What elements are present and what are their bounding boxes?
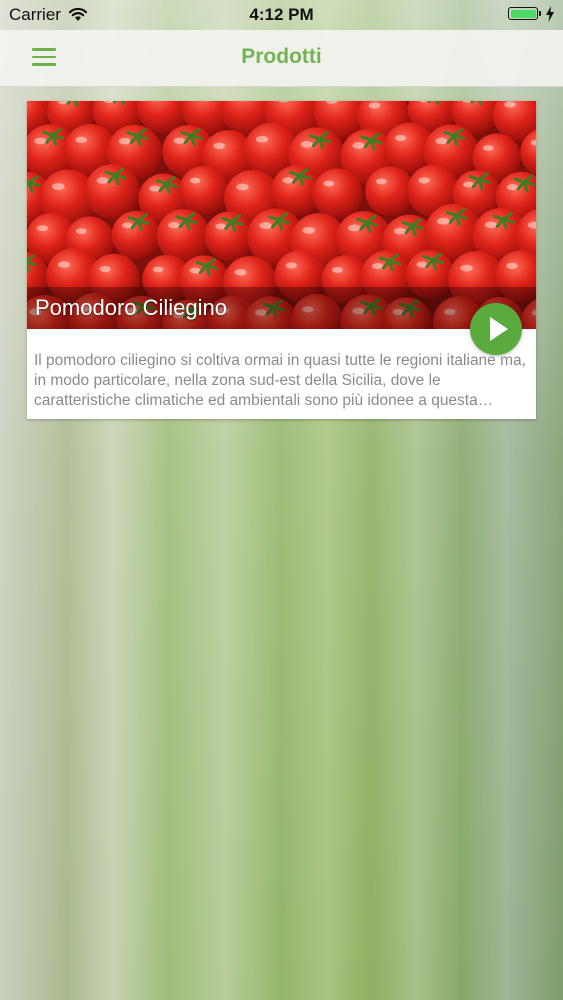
product-description: Il pomodoro ciliegino si coltiva ormai i… bbox=[34, 352, 526, 409]
navigation-bar: Prodotti bbox=[0, 30, 563, 87]
play-icon[interactable] bbox=[470, 303, 522, 355]
battery-icon bbox=[508, 7, 541, 20]
charging-icon bbox=[546, 6, 554, 22]
clock: 4:12 PM bbox=[249, 5, 314, 24]
page-title: Prodotti bbox=[241, 45, 322, 68]
product-title: Pomodoro Ciliegino bbox=[35, 295, 227, 320]
product-card[interactable]: Pomodoro Ciliegino Il pomodoro ciliegino… bbox=[27, 101, 536, 419]
status-bar: Carrier 4:12 PM bbox=[0, 0, 563, 30]
